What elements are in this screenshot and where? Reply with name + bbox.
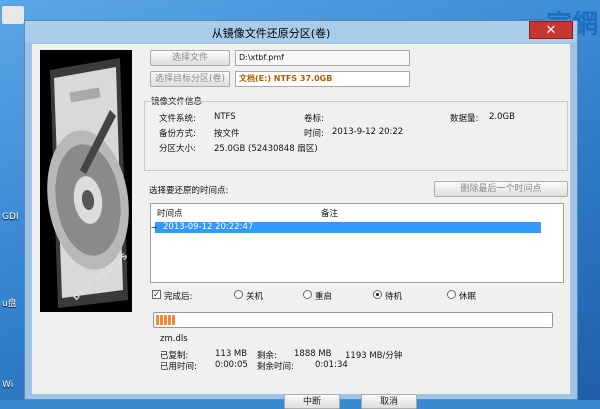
copy-speed-value: 1193 MB/分钟 (345, 351, 403, 361)
desktop-label-2[interactable]: u盘 (2, 296, 17, 309)
progress-fill (156, 315, 176, 325)
current-file-name: zm.dls (160, 334, 188, 344)
timepoint-list[interactable]: 时间点 备注 ➜ 2013-09-12 20:22:47 (150, 203, 564, 283)
volume-label: 卷标: (304, 114, 324, 124)
dialog-client-area: DISK GENIUS 选择文件 D:\xtbf.pmf 选择目标分区(卷) 文… (32, 44, 570, 409)
image-file-path-field[interactable]: D:\xtbf.pmf (235, 50, 410, 66)
desktop-icon-1[interactable] (0, 6, 24, 24)
backup-mode-label: 备份方式: (159, 129, 196, 139)
radio-standby-label: 待机 (385, 292, 403, 302)
disk-genius-image: DISK GENIUS (40, 50, 132, 312)
title-bar[interactable]: 从镜像文件还原分区(卷) ✕ (25, 21, 577, 43)
radio-shutdown-label: 关机 (246, 292, 264, 302)
backup-mode-value: 按文件 (214, 129, 240, 139)
time-left-label: 剩余时间: (257, 362, 294, 372)
after-complete-checkbox[interactable]: ✓ (152, 290, 161, 299)
cancel-button[interactable]: 取消 (361, 394, 417, 409)
close-button[interactable]: ✕ (529, 21, 573, 39)
fs-label: 文件系统: (159, 114, 196, 124)
delete-last-timepoint-button[interactable]: 删除最后一个时间点 (434, 181, 568, 197)
list-header: 时间点 备注 (151, 204, 563, 219)
desktop-label-3[interactable]: Wi (2, 380, 13, 390)
interrupt-button[interactable]: 中断 (284, 394, 340, 409)
copied-value: 113 MB (215, 349, 248, 359)
time-left-value: 0:01:34 (315, 360, 348, 370)
row-arrow-icon: ➜ (151, 223, 158, 232)
radio-restart-label: 重启 (315, 292, 333, 302)
data-size-label: 数据量: (450, 114, 479, 124)
time-value: 2013-9-12 20:22 (332, 127, 404, 137)
radio-hibernate-label: 休眠 (459, 292, 477, 302)
after-complete-label: 完成后: (164, 292, 193, 302)
restore-dialog: 从镜像文件还原分区(卷) ✕ DISK GENIUS 选择文件 D:\xtbf.… (24, 20, 578, 409)
select-file-button[interactable]: 选择文件 (150, 50, 230, 66)
fs-value: NTFS (214, 112, 236, 122)
timepoint-row[interactable]: ➜ 2013-09-12 20:22:47 (151, 222, 541, 233)
radio-hibernate[interactable] (447, 290, 456, 299)
column-header-note[interactable]: 备注 (321, 207, 338, 219)
partition-size-label: 分区大小: (159, 144, 196, 154)
radio-restart[interactable] (303, 290, 312, 299)
elapsed-time-value: 0:00:05 (215, 360, 248, 370)
data-size-value: 2.0GB (489, 112, 515, 122)
elapsed-time-label: 已用时间: (160, 362, 197, 372)
restore-progress-bar (153, 312, 553, 328)
window-title: 从镜像文件还原分区(卷) (211, 27, 331, 40)
close-icon: ✕ (545, 23, 557, 38)
computer-icon (2, 6, 24, 24)
timepoint-row-time: 2013-09-12 20:22:47 (163, 222, 254, 232)
partition-size-value: 25.0GB (52430848 扇区) (214, 144, 318, 154)
timepoint-section-label: 选择要还原的时间点: (149, 186, 229, 196)
radio-shutdown[interactable] (234, 290, 243, 299)
time-label: 时间: (304, 129, 324, 139)
radio-standby[interactable] (373, 290, 382, 299)
select-target-partition-button[interactable]: 选择目标分区(卷) (150, 71, 230, 87)
column-header-time[interactable]: 时间点 (157, 207, 183, 219)
remaining-size-value: 1888 MB (294, 349, 332, 359)
target-partition-field[interactable]: 文档(E:) NTFS 37.0GB (235, 71, 410, 87)
desktop-label-1[interactable]: GDI (2, 212, 19, 222)
